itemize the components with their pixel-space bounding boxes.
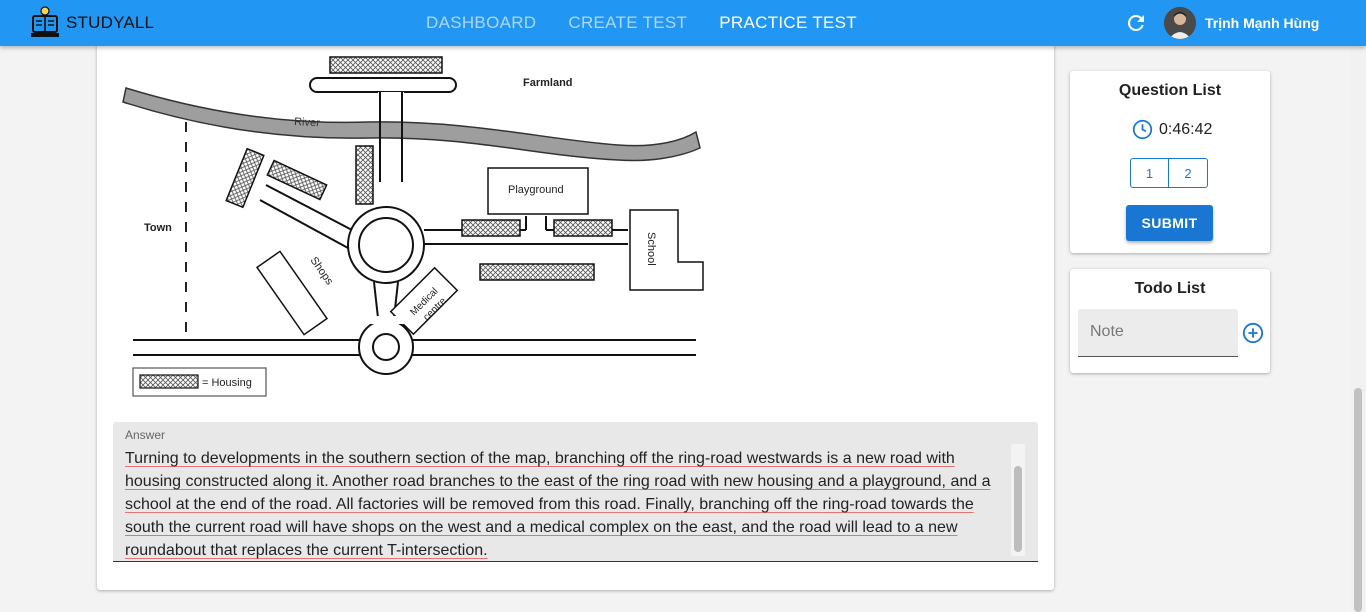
studyall-logo-icon	[31, 6, 59, 37]
app-name: STUDYALL	[66, 13, 155, 32]
map-label-farmland: Farmland	[523, 77, 573, 89]
map-label-town: Town	[144, 222, 172, 234]
task-map-image: River Farmland Playground School Shops M…	[122, 56, 704, 397]
note-input[interactable]	[1090, 323, 1230, 341]
nav-create-test[interactable]: CREATE TEST	[568, 13, 687, 33]
question-list-title: Question List	[1118, 82, 1222, 99]
logo[interactable]: STUDYALL	[30, 6, 154, 40]
question-number-group: 1 2	[1130, 158, 1208, 188]
timer: 0:46:42	[1132, 119, 1212, 140]
question-button-1[interactable]: 1	[1130, 158, 1169, 188]
map-label-school: School	[645, 232, 657, 266]
question-list-card: Question List 0:46:42 1 2 SUBMIT	[1070, 71, 1270, 253]
page-scrollbar[interactable]	[1350, 46, 1366, 612]
user-menu[interactable]: Trịnh Mạnh Hùng	[1164, 7, 1319, 39]
clock-icon	[1132, 119, 1153, 140]
map-label-playground: Playground	[508, 184, 564, 196]
refresh-icon[interactable]	[1124, 11, 1148, 35]
timer-value: 0:46:42	[1159, 120, 1213, 138]
map-label-shops: Shops	[308, 255, 336, 288]
answer-textarea[interactable]: Answer Turning to developments in the so…	[113, 422, 1038, 562]
page-scrollbar-thumb[interactable]	[1354, 388, 1362, 612]
answer-text[interactable]: Turning to developments in the southern …	[125, 447, 1013, 562]
nav-dashboard[interactable]: DASHBOARD	[426, 13, 536, 33]
note-field[interactable]	[1078, 309, 1238, 357]
todo-list-title: Todo List	[1134, 280, 1206, 297]
top-app-bar: STUDYALL DASHBOARD CREATE TEST PRACTICE …	[0, 0, 1366, 46]
nav-practice-test[interactable]: PRACTICE TEST	[719, 13, 857, 33]
question-button-2[interactable]: 2	[1169, 158, 1208, 188]
user-name: Trịnh Mạnh Hùng	[1205, 15, 1320, 31]
answer-scrollbar[interactable]	[1011, 444, 1025, 556]
map-legend-housing: = Housing	[202, 377, 252, 389]
main-nav: DASHBOARD CREATE TEST PRACTICE TEST	[410, 0, 873, 46]
answer-scrollbar-thumb[interactable]	[1014, 466, 1022, 552]
avatar-image	[1164, 7, 1196, 39]
add-circle-icon[interactable]	[1242, 322, 1264, 344]
avatar	[1164, 7, 1196, 39]
todo-list-card: Todo List	[1070, 269, 1270, 373]
answer-label: Answer	[125, 428, 166, 442]
submit-button[interactable]: SUBMIT	[1126, 205, 1213, 241]
map-label-river: River	[294, 116, 321, 129]
